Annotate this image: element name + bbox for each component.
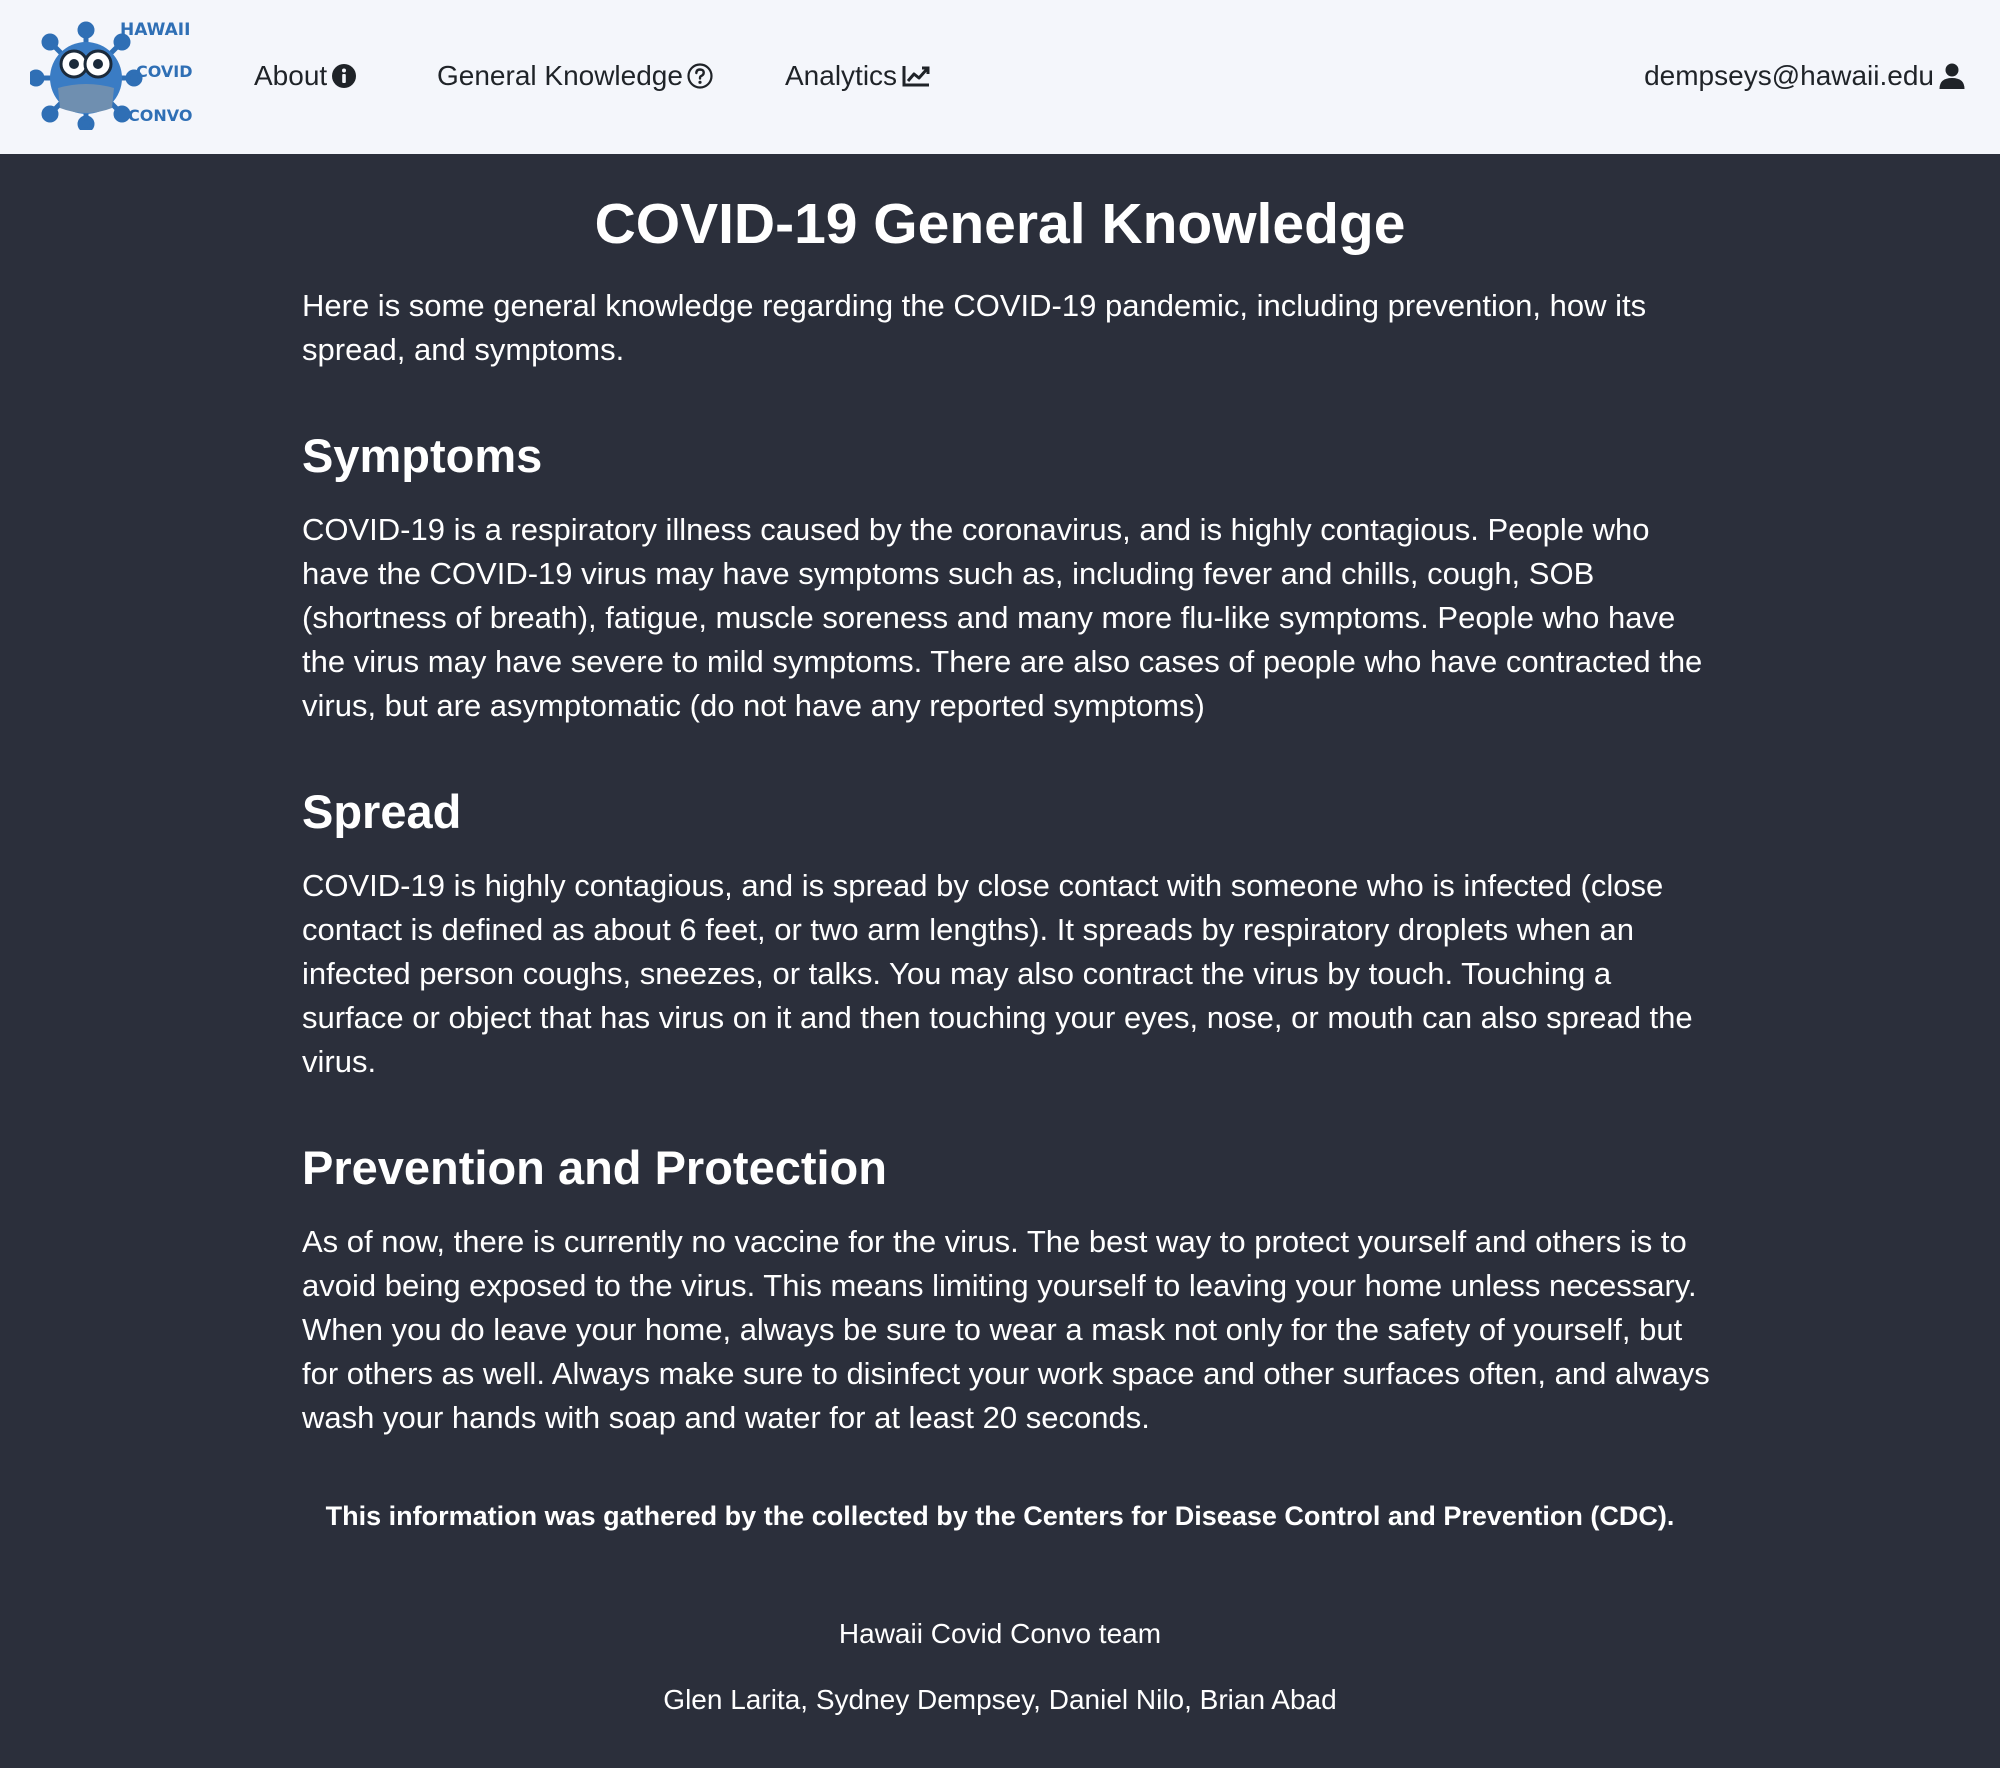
user-icon (1939, 63, 1965, 89)
prevention-heading: Prevention and Protection (302, 1141, 887, 1194)
nav-analytics-link[interactable]: Analytics (785, 58, 931, 94)
symptoms-heading: Symptoms (302, 429, 543, 482)
logo-text-line3: CONVO (128, 106, 193, 125)
nav-general-knowledge-link[interactable]: General Knowledge (437, 58, 713, 94)
logo-text-line1: HAWAII (120, 20, 191, 40)
cdc-source-note: This information was gathered by the col… (325, 1501, 1675, 1531)
site-logo[interactable]: HAWAII COVID CONVO (30, 18, 193, 130)
main-content: Here is some general knowledge regarding… (302, 284, 1714, 1440)
team-members: Glen Larita, Sydney Dempsey, Daniel Nilo… (663, 1684, 1337, 1715)
spread-paragraph: COVID-19 is highly contagious, and is sp… (302, 868, 1693, 1079)
navbar: HAWAII COVID CONVO About General Knowled… (0, 0, 2000, 154)
spread-heading: Spread (302, 785, 462, 838)
user-account-menu[interactable]: dempseys@hawaii.edu (1644, 58, 1966, 94)
intro-paragraph: Here is some general knowledge regarding… (302, 288, 1647, 367)
team-title: Hawaii Covid Convo team (838, 1618, 1162, 1649)
info-circle-icon (332, 64, 357, 88)
page-title: COVID-19 General Knowledge (594, 192, 1406, 256)
prevention-paragraph: As of now, there is currently no vaccine… (302, 1224, 1710, 1435)
logo-text-line2: COVID (136, 62, 193, 81)
question-circle-icon (687, 63, 713, 89)
nav-about-link[interactable]: About (254, 58, 357, 94)
chart-line-icon (902, 66, 930, 87)
symptoms-paragraph: COVID-19 is a respiratory illness caused… (302, 512, 1703, 723)
nav-general-knowledge-label: General Knowledge (437, 60, 683, 91)
nav-about-label: About (254, 60, 328, 91)
user-email: dempseys@hawaii.edu (1644, 60, 1934, 91)
nav-analytics-label: Analytics (785, 60, 898, 91)
